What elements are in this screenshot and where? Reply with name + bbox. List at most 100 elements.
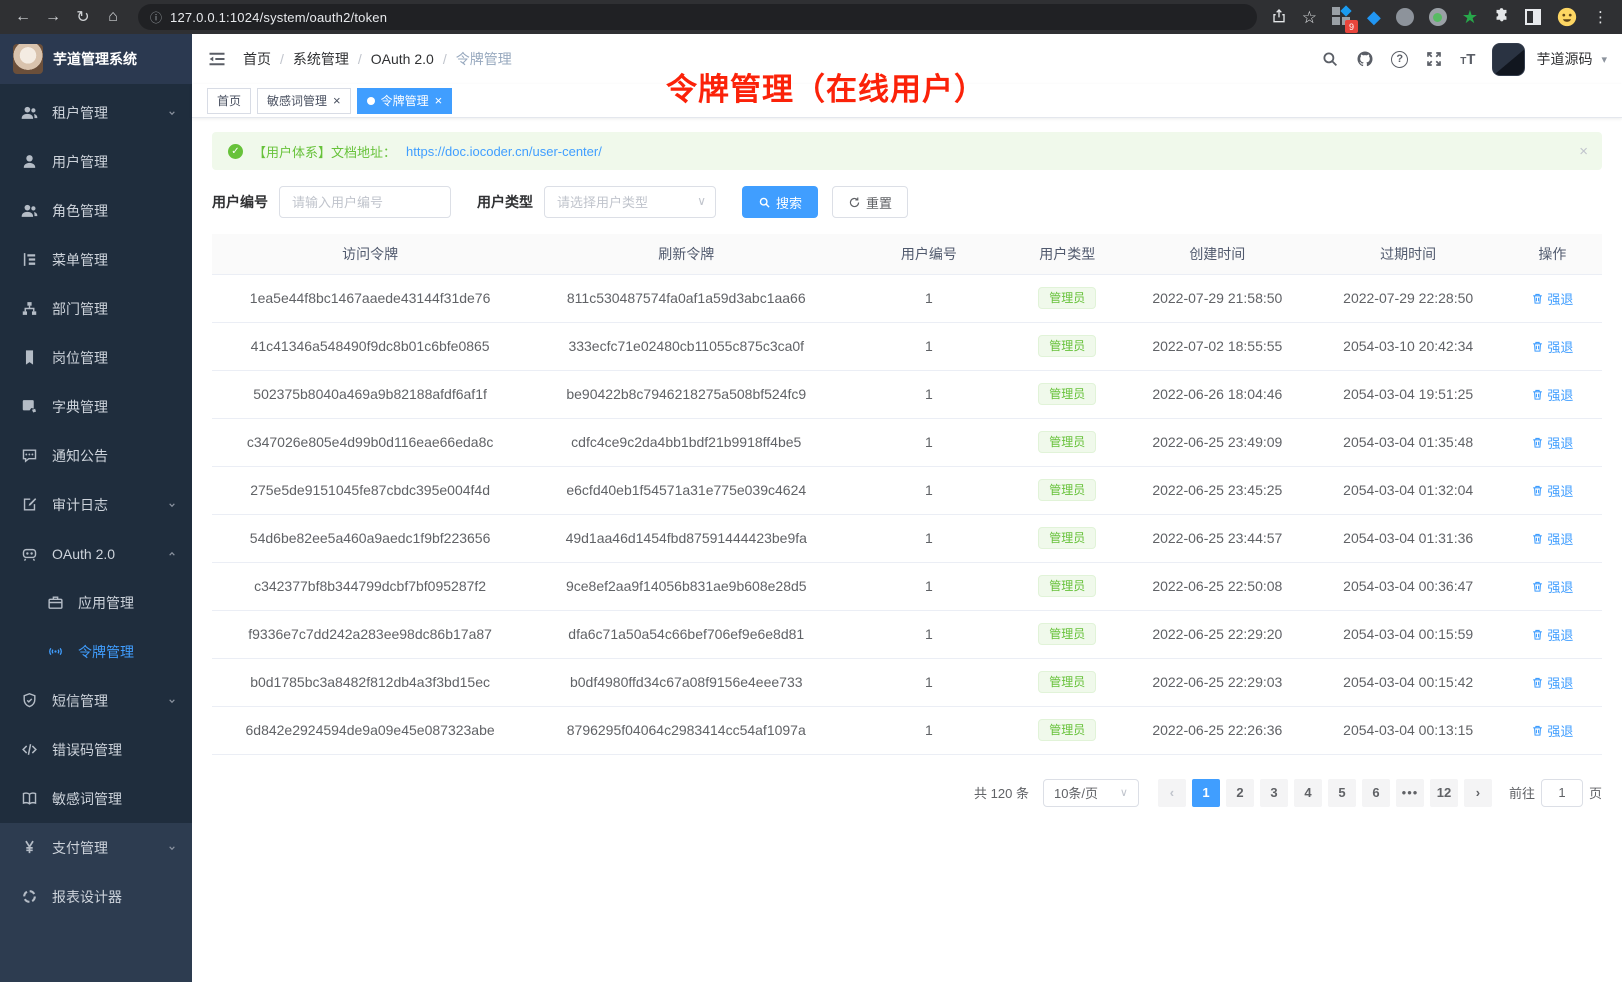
token-icon	[47, 643, 64, 660]
alert-doc-link[interactable]: https://doc.iocoder.cn/user-center/	[406, 144, 602, 159]
username[interactable]: 芋道源码	[1536, 49, 1592, 69]
force-logout-label: 强退	[1547, 481, 1573, 500]
force-logout-button[interactable]: 强退	[1531, 529, 1573, 548]
tab-close-icon[interactable]: ×	[333, 94, 341, 107]
sidebar-item-notice[interactable]: 通知公告	[0, 431, 192, 480]
navbar-actions: ? TT 芋道源码 ▾	[1321, 43, 1607, 76]
sidebar-item-audit-log[interactable]: 审计日志	[0, 480, 192, 529]
page-button-5[interactable]: 5	[1328, 779, 1356, 807]
goto-page-input[interactable]	[1541, 779, 1583, 807]
breadcrumb-item[interactable]: 首页	[243, 49, 271, 69]
sidebar-item-oauth2[interactable]: OAuth 2.0	[0, 529, 192, 578]
search-button[interactable]: 搜索	[742, 186, 818, 218]
page-button-2[interactable]: 2	[1226, 779, 1254, 807]
force-logout-button[interactable]: 强退	[1531, 289, 1573, 308]
page-content: ✓ 【用户体系】文档地址： https://doc.iocoder.cn/use…	[192, 118, 1622, 982]
created-time-cell: 2022-06-25 23:45:25	[1121, 466, 1313, 514]
expire-time-cell: 2054-03-10 20:42:34	[1313, 322, 1502, 370]
caret-down-icon[interactable]: ▾	[1601, 53, 1607, 66]
sidebar-item-user[interactable]: 用户管理	[0, 137, 192, 186]
back-icon[interactable]: ←	[10, 4, 36, 30]
sidebar-item-role[interactable]: 角色管理	[0, 186, 192, 235]
sidebar-item-post[interactable]: 岗位管理	[0, 333, 192, 382]
profile-avatar-icon[interactable]	[1556, 6, 1578, 28]
puzzle-extensions-icon[interactable]	[1493, 7, 1510, 27]
bookmark-star-icon[interactable]: ☆	[1302, 9, 1317, 26]
user-avatar[interactable]	[1492, 43, 1525, 76]
force-logout-button[interactable]: 强退	[1531, 337, 1573, 356]
sidebar-item-token-manage[interactable]: 令牌管理	[0, 627, 192, 676]
extension-grid-icon[interactable]: 9	[1332, 7, 1352, 27]
tab-item-1[interactable]: 敏感词管理×	[257, 88, 351, 114]
sidebar-item-dict[interactable]: 字典管理	[0, 382, 192, 431]
next-page-button[interactable]: ›	[1464, 779, 1492, 807]
browser-menu-icon[interactable]: ⋮	[1593, 8, 1608, 26]
refresh-icon	[848, 196, 861, 209]
sidebar-collapse-icon[interactable]	[207, 49, 227, 69]
gem-extension-icon[interactable]: ◆	[1367, 7, 1381, 28]
force-logout-button[interactable]: 强退	[1531, 625, 1573, 644]
sidebar-item-sms[interactable]: 短信管理	[0, 676, 192, 725]
trash-icon	[1531, 484, 1544, 497]
font-size-icon[interactable]: TT	[1460, 51, 1475, 68]
user-type-select[interactable]	[544, 186, 716, 218]
github-icon[interactable]	[1356, 50, 1374, 68]
fullscreen-icon[interactable]	[1425, 50, 1443, 68]
sidebar-item-report-designer[interactable]: 报表设计器	[0, 872, 192, 921]
page-button-1[interactable]: 1	[1192, 779, 1220, 807]
chevron-down-icon	[165, 841, 179, 855]
sidebar-item-dept[interactable]: 部门管理	[0, 284, 192, 333]
tab-close-icon[interactable]: ×	[435, 94, 443, 107]
breadcrumb-separator: /	[280, 51, 284, 67]
breadcrumb-item[interactable]: 系统管理	[293, 49, 349, 69]
access-token-cell: 1ea5e44f8bc1467aaede43144f31de76	[212, 274, 528, 322]
search-icon[interactable]	[1321, 50, 1339, 68]
help-icon[interactable]: ?	[1391, 51, 1408, 68]
created-time-cell: 2022-06-26 18:04:46	[1121, 370, 1313, 418]
breadcrumb-item[interactable]: OAuth 2.0	[371, 51, 434, 67]
reading-mode-icon[interactable]	[1525, 9, 1541, 25]
url-text[interactable]: 127.0.0.1:1024/system/oauth2/token	[170, 10, 387, 25]
reload-icon[interactable]: ↻	[70, 4, 96, 30]
badge-icon	[21, 349, 38, 366]
alert-close-icon[interactable]: ×	[1579, 143, 1588, 160]
force-logout-button[interactable]: 强退	[1531, 673, 1573, 692]
force-logout-button[interactable]: 强退	[1531, 481, 1573, 500]
app-logo[interactable]: 芋道管理系统	[0, 34, 192, 84]
force-logout-button[interactable]: 强退	[1531, 577, 1573, 596]
sidebar-item-error-code[interactable]: 错误码管理	[0, 725, 192, 774]
green-star-extension-icon[interactable]: ★	[1462, 7, 1478, 28]
page-size-select[interactable]: 10条/页 ∨	[1043, 779, 1139, 807]
tab-item-2[interactable]: 令牌管理×	[357, 88, 453, 114]
sidebar-item-label: 令牌管理	[78, 642, 134, 662]
search-icon	[758, 196, 771, 209]
recorder-extension-icon[interactable]	[1429, 8, 1447, 26]
page-button-12[interactable]: 12	[1430, 779, 1458, 807]
force-logout-button[interactable]: 强退	[1531, 433, 1573, 452]
address-bar[interactable]: ⓘ 127.0.0.1:1024/system/oauth2/token	[138, 4, 1257, 30]
page-button-3[interactable]: 3	[1260, 779, 1288, 807]
sidebar-item-sensitive-word[interactable]: 敏感词管理	[0, 774, 192, 823]
pager-ellipsis[interactable]: •••	[1396, 779, 1424, 807]
user-id-input[interactable]	[279, 186, 451, 218]
sidebar-item-pay[interactable]: 支付管理	[0, 823, 192, 872]
sidebar-item-menu[interactable]: 菜单管理	[0, 235, 192, 284]
expire-time-cell: 2054-03-04 00:36:47	[1313, 562, 1502, 610]
tab-item-0[interactable]: 首页	[207, 88, 251, 114]
sidebar-item-tenant[interactable]: 租户管理	[0, 88, 192, 137]
sidebar-item-app-manage[interactable]: 应用管理	[0, 578, 192, 627]
reset-button[interactable]: 重置	[832, 186, 908, 218]
shield-icon	[21, 692, 38, 709]
user-type-badge: 管理员	[1038, 575, 1096, 597]
forward-icon[interactable]: →	[40, 4, 66, 30]
home-icon[interactable]: ⌂	[100, 4, 126, 30]
page-button-6[interactable]: 6	[1362, 779, 1390, 807]
gray-extension-icon[interactable]	[1396, 8, 1414, 26]
prev-page-button[interactable]: ‹	[1158, 779, 1186, 807]
refresh-token-cell: e6cfd40eb1f54571a31e775e039c4624	[528, 466, 844, 514]
force-logout-button[interactable]: 强退	[1531, 385, 1573, 404]
force-logout-button[interactable]: 强退	[1531, 721, 1573, 740]
page-button-4[interactable]: 4	[1294, 779, 1322, 807]
share-icon[interactable]	[1271, 8, 1287, 27]
site-info-icon[interactable]: ⓘ	[150, 9, 162, 26]
